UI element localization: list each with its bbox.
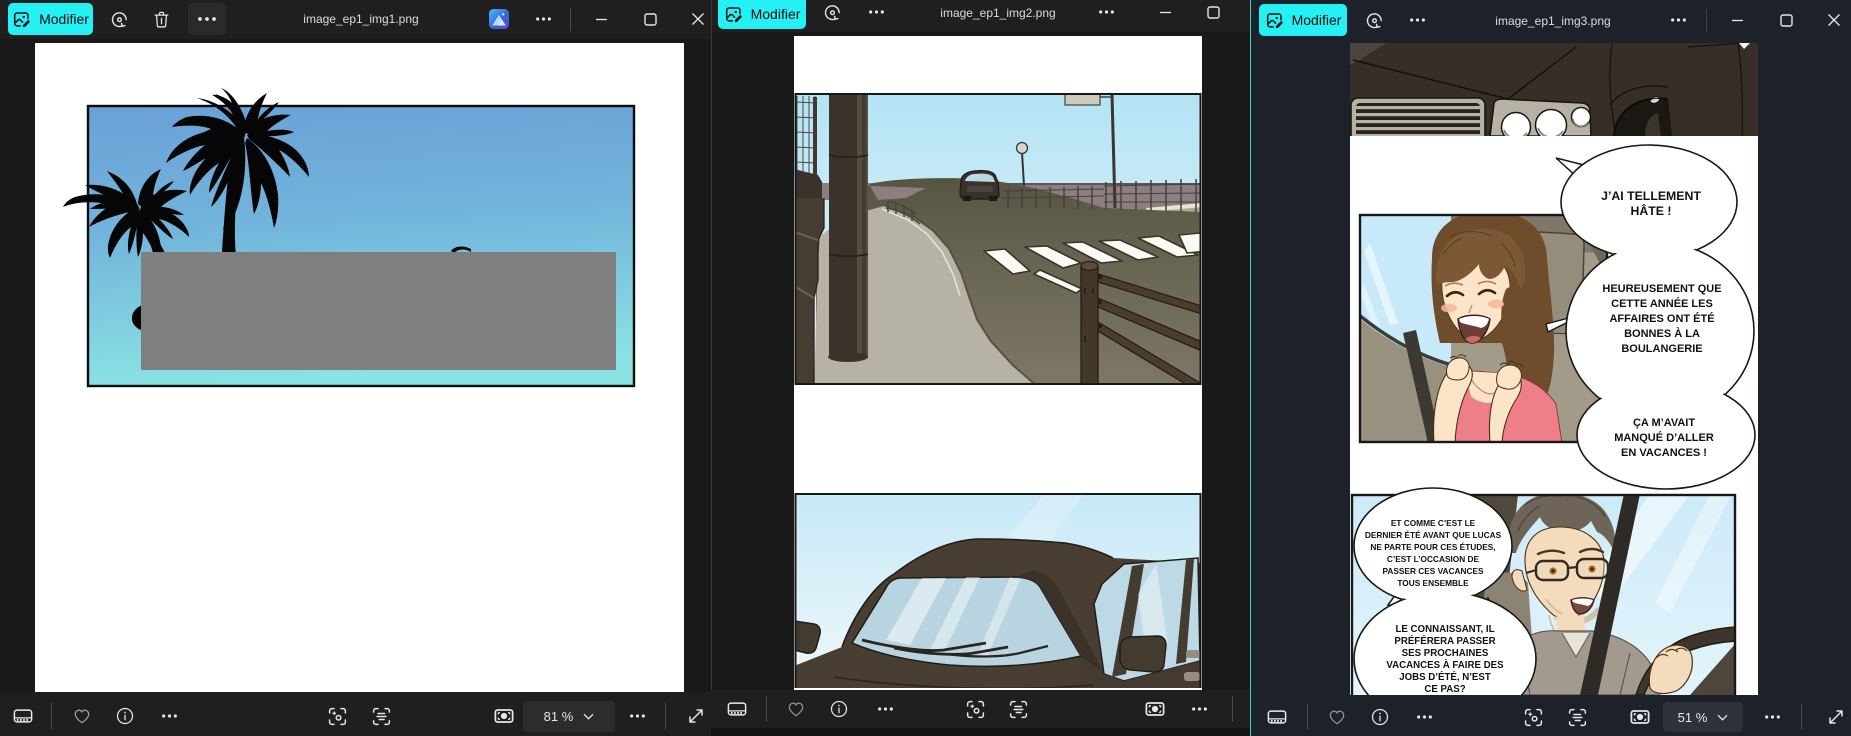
- svg-text:PASSER CES VACANCES: PASSER CES VACANCES: [1382, 566, 1484, 576]
- svg-text:LE CONNAISSANT, IL: LE CONNAISSANT, IL: [1395, 624, 1494, 635]
- svg-text:PRÉFÉRERA PASSER: PRÉFÉRERA PASSER: [1394, 636, 1495, 647]
- svg-text:JOBS D’ÉTÉ, N’EST: JOBS D’ÉTÉ, N’EST: [1399, 672, 1491, 683]
- svg-text:DERNIER ÉTÉ AVANT QUE LUCAS: DERNIER ÉTÉ AVANT QUE LUCAS: [1365, 530, 1502, 540]
- svg-text:C’EST L’OCCASION DE: C’EST L’OCCASION DE: [1387, 554, 1480, 564]
- svg-text:CETTE ANNÉE LES: CETTE ANNÉE LES: [1611, 297, 1713, 310]
- svg-text:SES PROCHAINES: SES PROCHAINES: [1402, 648, 1489, 659]
- svg-text:J’AI TELLEMENT: J’AI TELLEMENT: [1601, 189, 1701, 203]
- svg-text:TOUS ENSEMBLE: TOUS ENSEMBLE: [1397, 578, 1469, 588]
- svg-text:BOULANGERIE: BOULANGERIE: [1621, 343, 1702, 355]
- svg-text:HEUREUSEMENT QUE: HEUREUSEMENT QUE: [1602, 283, 1721, 295]
- svg-text:CE PAS?: CE PAS?: [1424, 684, 1465, 695]
- svg-text:VACANCES À FAIRE DES: VACANCES À FAIRE DES: [1386, 660, 1504, 671]
- svg-text:BONNES À LA: BONNES À LA: [1624, 327, 1700, 340]
- svg-text:AFFAIRES ONT ÉTÉ: AFFAIRES ONT ÉTÉ: [1609, 312, 1714, 325]
- svg-text:ET COMME C’EST LE: ET COMME C’EST LE: [1391, 518, 1476, 528]
- svg-text:HÂTE !: HÂTE !: [1631, 203, 1672, 218]
- svg-text:ÇA M’AVAIT: ÇA M’AVAIT: [1633, 417, 1695, 429]
- svg-text:MANQUÉ D’ALLER: MANQUÉ D’ALLER: [1614, 431, 1714, 444]
- svg-text:NE PARTE POUR CES ÉTUDES,: NE PARTE POUR CES ÉTUDES,: [1370, 542, 1495, 552]
- svg-text:EN VACANCES !: EN VACANCES !: [1621, 447, 1707, 459]
